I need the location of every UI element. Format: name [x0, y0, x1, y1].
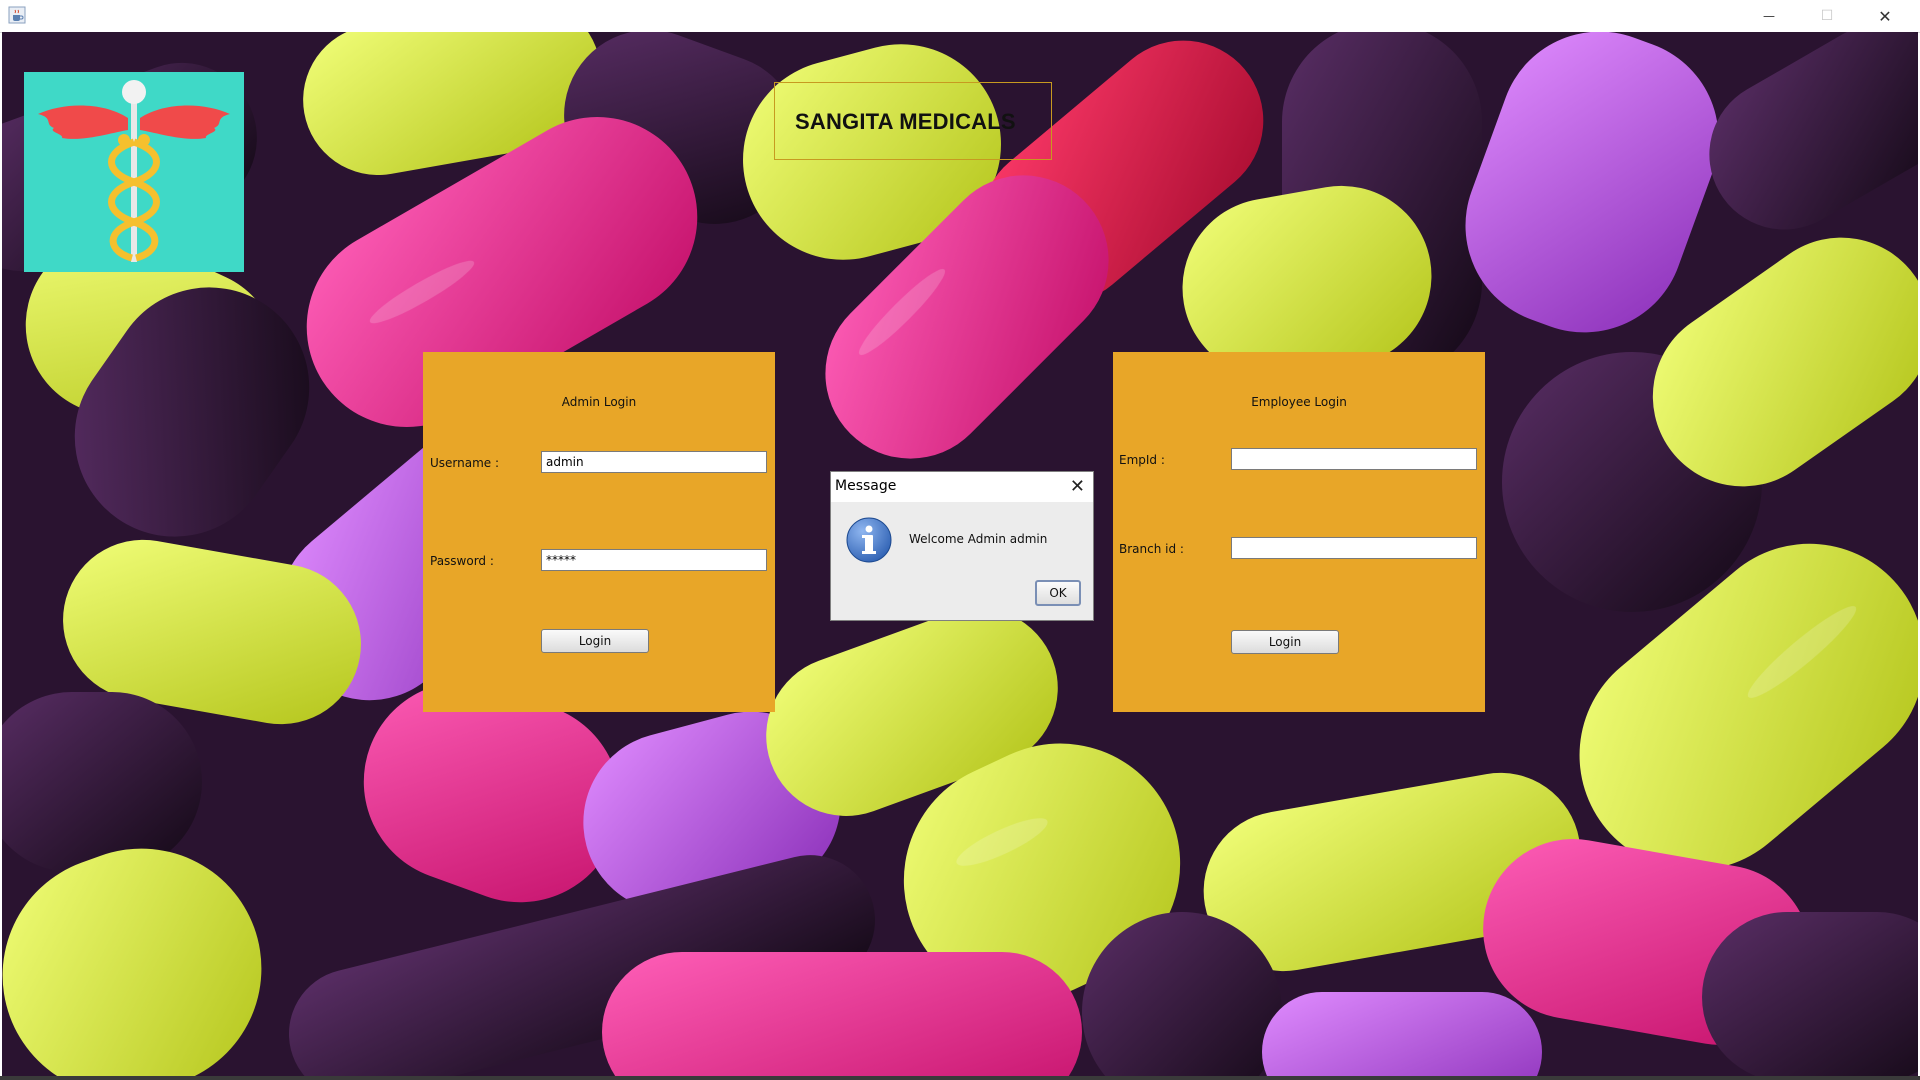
empid-field[interactable]	[1231, 448, 1477, 470]
caduceus-icon	[38, 80, 230, 262]
bottom-edge-strip	[0, 1076, 1920, 1080]
minimize-button[interactable]: —	[1740, 0, 1798, 32]
app-title: SANGITA MEDICALS	[795, 109, 1016, 134]
employee-login-panel: Employee Login EmpId : Branch id : Login	[1113, 352, 1485, 712]
window-titlebar: — ☐ ✕	[0, 0, 1920, 33]
app-title-box: SANGITA MEDICALS	[774, 82, 1052, 160]
info-icon	[846, 517, 892, 563]
dialog-titlebar: Message ✕	[831, 472, 1093, 502]
maximize-button[interactable]: ☐	[1798, 0, 1856, 32]
branch-id-field[interactable]	[1231, 537, 1477, 559]
employee-login-button[interactable]: Login	[1231, 630, 1339, 654]
main-content: SANGITA MEDICALS Admin Login Username : …	[2, 32, 1918, 1076]
password-label: Password :	[430, 554, 494, 568]
close-button[interactable]: ✕	[1856, 0, 1914, 32]
username-label: Username :	[430, 456, 500, 470]
employee-login-title: Employee Login	[1251, 395, 1347, 409]
maximize-icon: ☐	[1820, 8, 1834, 24]
message-dialog: Message ✕ Welcome Admin admin OK	[830, 471, 1094, 621]
dialog-title: Message	[835, 478, 897, 494]
caduceus-logo	[24, 72, 244, 272]
username-field[interactable]: admin	[541, 451, 767, 473]
dialog-message: Welcome Admin admin	[909, 532, 1048, 546]
empid-label: EmpId :	[1119, 453, 1165, 467]
branch-id-label: Branch id :	[1119, 542, 1184, 556]
minimize-icon: —	[1763, 9, 1775, 23]
admin-login-button[interactable]: Login	[541, 629, 649, 653]
java-cup-icon[interactable]	[8, 6, 26, 24]
password-field[interactable]: *****	[541, 549, 767, 571]
dialog-close-icon[interactable]: ✕	[1070, 476, 1085, 497]
admin-login-title: Admin Login	[561, 395, 637, 409]
application-window: — ☐ ✕ SANGITA MEDICALS Admin Login Usern…	[0, 0, 1920, 1080]
close-icon: ✕	[1878, 6, 1892, 26]
ok-button[interactable]: OK	[1035, 580, 1081, 606]
admin-login-panel: Admin Login Username : admin Password : …	[423, 352, 775, 712]
